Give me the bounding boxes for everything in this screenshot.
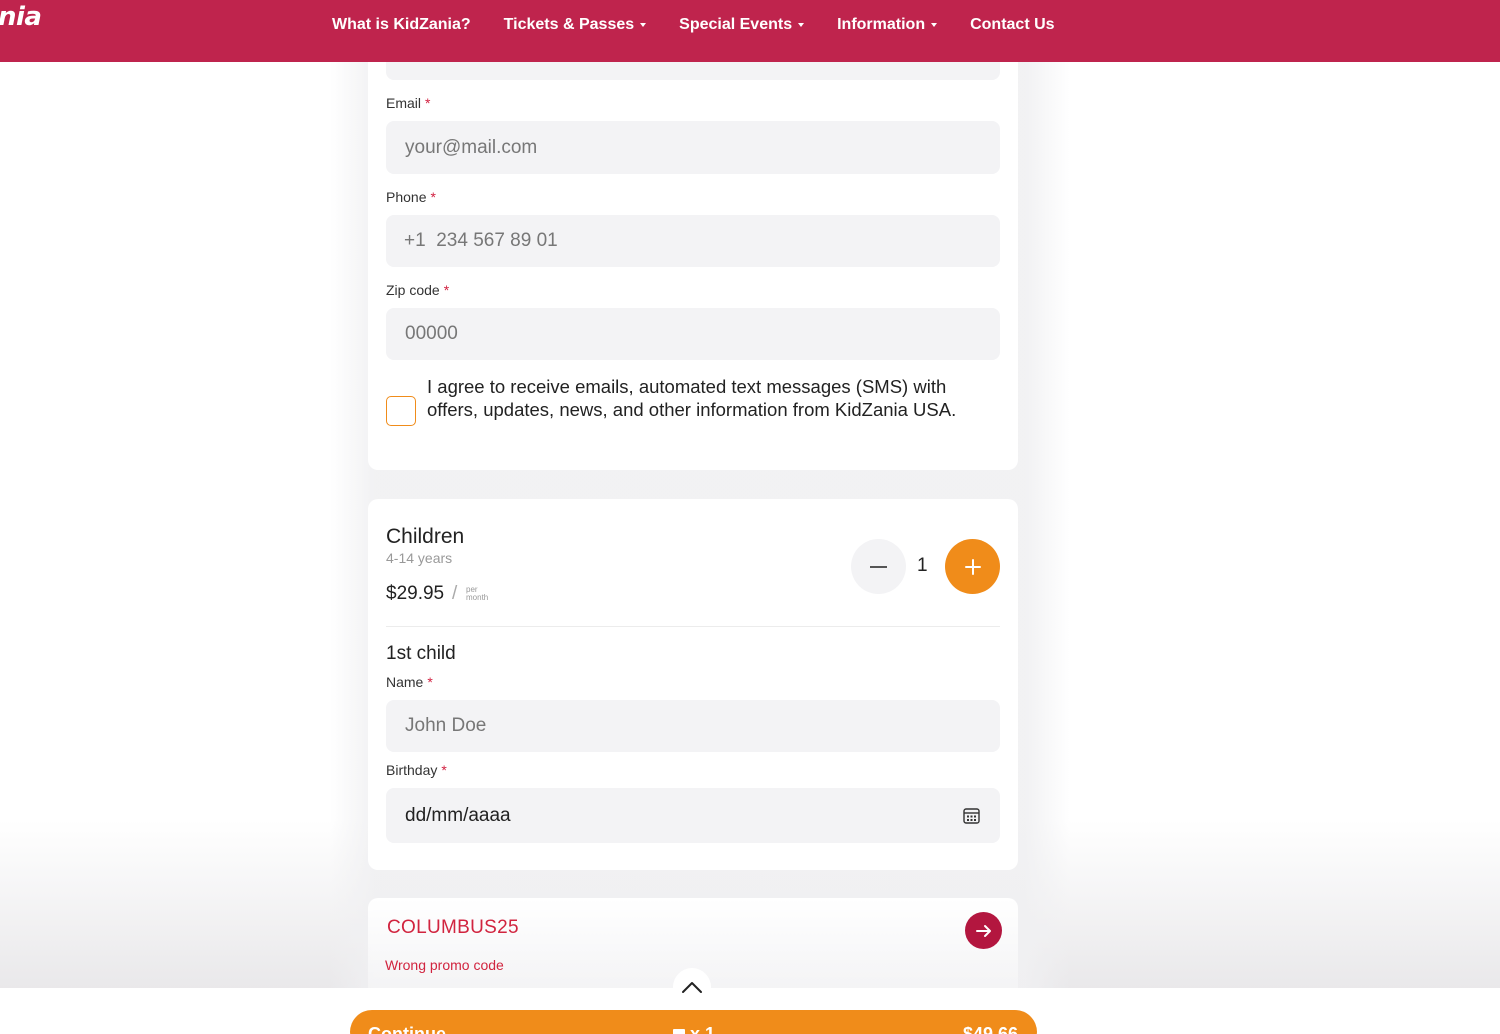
children-ticket-card: Children 4-14 years $29.95 / per month 1… [368,499,1018,870]
ticket-count: x 1 [672,1024,715,1034]
child-name-label-text: Name [386,674,424,690]
chevron-up-icon [682,982,702,993]
main-nav: What is KidZania? Tickets & Passes Speci… [332,0,1088,50]
site-header: nia What is KidZania? Tickets & Passes S… [0,0,1500,62]
decrease-quantity-button[interactable] [851,539,906,594]
nav-item-information[interactable]: Information [837,16,938,34]
nav-item-what-is-kidzania[interactable]: What is KidZania? [332,16,471,34]
required-mark: * [425,95,431,111]
age-range: 4-14 years [386,550,453,566]
previous-input-field[interactable] [386,60,1000,80]
required-mark: * [430,189,436,205]
nav-item-tickets-passes[interactable]: Tickets & Passes [503,16,647,34]
email-field[interactable]: your@mail.com [386,121,1000,174]
zip-label: Zip code * [386,282,449,298]
required-mark: * [427,674,433,690]
continue-label: Continue [368,1024,446,1034]
zip-code-field[interactable]: 00000 [386,308,1000,360]
nav-item-label: What is KidZania? [332,16,471,33]
required-mark: * [443,282,450,298]
phone-placeholder: +1 234 567 89 01 [404,230,558,251]
nav-item-label: Tickets & Passes [503,16,635,33]
order-total: $49.66 [962,1024,1018,1034]
child-name-field[interactable]: John Doe [386,700,1000,752]
apply-promo-button[interactable] [965,912,1002,949]
email-label: Email * [386,95,430,111]
ticket-price: $29.95 [386,583,445,604]
email-placeholder: your@mail.com [405,136,538,158]
price-separator: / [452,583,458,604]
consent-checkbox[interactable] [386,396,416,426]
promo-code-input[interactable]: COLUMBUS25 [387,917,519,939]
phone-label-text: Phone [386,189,427,205]
consent-text: I agree to receive emails, automated tex… [427,376,957,420]
ticket-type-title: Children [386,525,465,548]
increase-quantity-button[interactable] [945,539,1000,594]
ticket-count-text: x 1 [690,1024,716,1034]
chevron-down-icon [931,23,938,27]
phone-label: Phone * [386,189,436,205]
contact-details-card: Email * your@mail.com Phone * +1 234 567 8… [368,20,1018,470]
ticket-icon [673,1028,685,1034]
birthday-date-field[interactable]: dd/mm/aaaa [386,788,1000,843]
child-section-heading: 1st child [386,643,456,664]
zip-placeholder: 00000 [405,323,458,344]
arrow-right-icon [975,924,991,937]
expand-summary-button[interactable] [673,968,711,1006]
chevron-down-icon [798,23,805,27]
nav-item-contact-us[interactable]: Contact Us [970,16,1054,34]
continue-button[interactable]: Continue x 1 $49.66 [350,1010,1037,1034]
nav-item-label: Information [837,16,926,33]
promo-error-message: Wrong promo code [385,957,504,973]
price-period-line: month [466,593,489,602]
birthday-label-text: Birthday [386,762,438,778]
email-label-text: Email [386,95,422,111]
quantity-value: 1 [917,555,928,576]
zip-label-text: Zip code [386,282,440,298]
required-mark: * [441,762,447,778]
section-divider [386,626,1000,627]
child-name-placeholder: John Doe [405,715,487,736]
nav-item-label: Special Events [679,16,793,33]
plus-icon [964,558,981,575]
nav-item-label: Contact Us [970,16,1055,33]
phone-field[interactable]: +1 234 567 89 01 [386,215,1000,267]
birthday-label: Birthday * [386,762,447,778]
chevron-down-icon [640,23,647,27]
birthday-placeholder: dd/mm/aaaa [405,804,511,826]
price-period: per month [466,586,488,602]
nav-item-special-events[interactable]: Special Events [679,16,805,34]
kidzania-logo[interactable]: nia [0,2,42,32]
calendar-icon[interactable] [963,807,980,824]
child-name-label: Name * [386,674,433,690]
